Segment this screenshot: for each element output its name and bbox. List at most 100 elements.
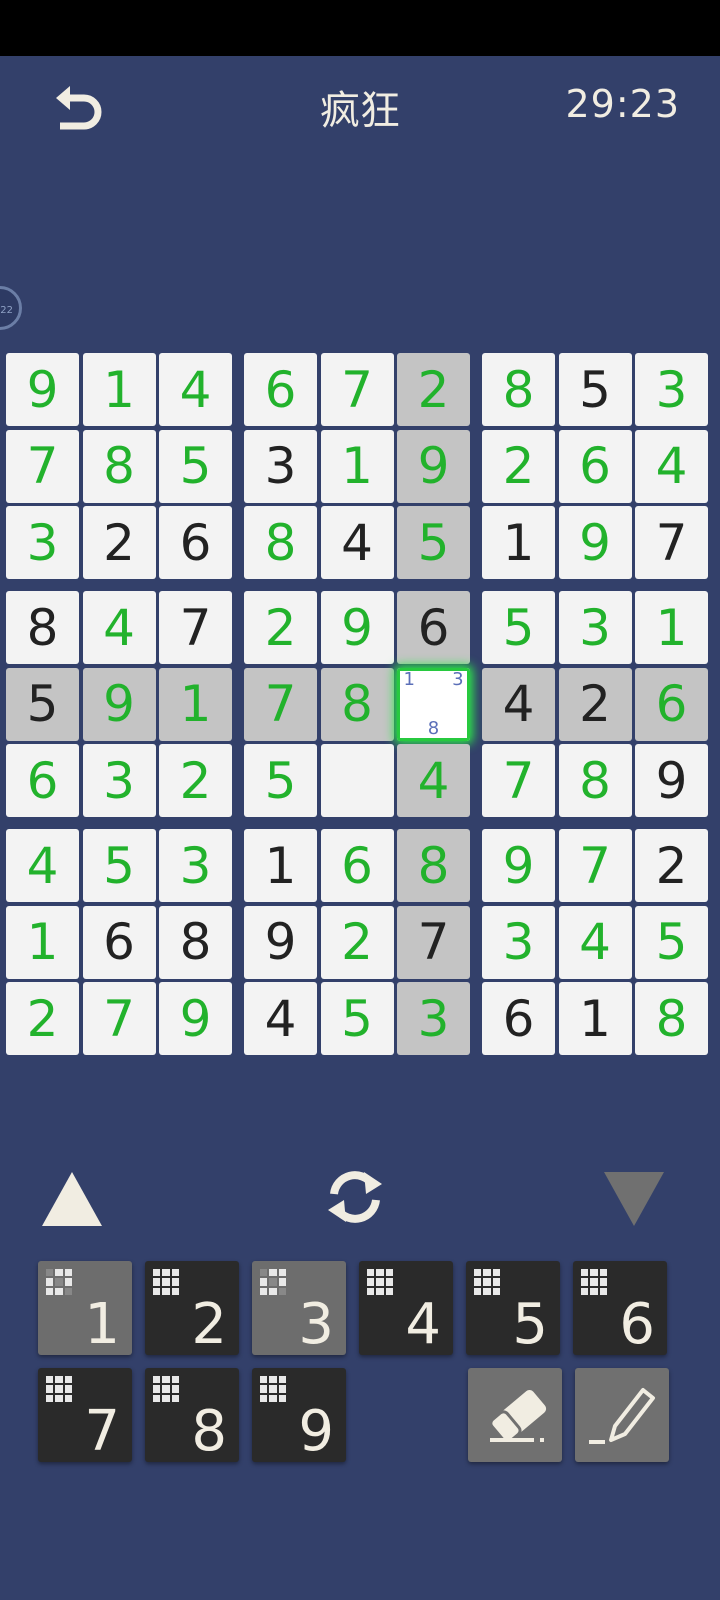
cell-r7c8[interactable]: 7	[558, 829, 632, 902]
number-button-3[interactable]: 3	[252, 1261, 346, 1355]
cell-r1c5[interactable]: 7	[320, 353, 394, 426]
cell-r2c7[interactable]: 2	[482, 429, 555, 503]
cell-r6c2[interactable]: 3	[82, 744, 156, 817]
cell-r6c9[interactable]: 9	[635, 744, 708, 817]
cell-r3c1[interactable]: 3	[6, 506, 79, 579]
cell-r2c2[interactable]: 8	[82, 429, 156, 503]
cell-r3c6[interactable]: 5	[397, 506, 470, 579]
cell-r4c5[interactable]: 9	[320, 591, 394, 664]
cell-r3c7[interactable]: 1	[482, 506, 555, 579]
cell-r7c5[interactable]: 6	[320, 829, 394, 902]
cell-r3c4[interactable]: 8	[244, 506, 317, 579]
cell-r1c4[interactable]: 6	[244, 353, 317, 426]
number-button-5[interactable]: 5	[466, 1261, 560, 1355]
cell-r3c8[interactable]: 9	[558, 506, 632, 579]
cell-r2c3[interactable]: 5	[159, 429, 232, 503]
cell-r5c9[interactable]: 6	[635, 667, 708, 741]
cell-r6c3[interactable]: 2	[159, 744, 232, 817]
number-button-6[interactable]: 6	[573, 1261, 667, 1355]
side-badge[interactable]: 22	[0, 286, 22, 330]
cell-value: 9	[264, 913, 297, 971]
number-button-1[interactable]: 1	[38, 1261, 132, 1355]
number-button-8[interactable]: 8	[145, 1368, 239, 1462]
eraser-button[interactable]	[468, 1368, 562, 1462]
cell-r5c7[interactable]: 4	[482, 667, 555, 741]
cell-r9c2[interactable]: 7	[82, 982, 156, 1055]
cell-r6c4[interactable]: 5	[244, 744, 317, 817]
cell-r5c6[interactable]: 1 3 8	[397, 667, 470, 741]
cell-r9c8[interactable]: 1	[558, 982, 632, 1055]
cell-r2c8[interactable]: 6	[558, 429, 632, 503]
grid-icon	[260, 1376, 286, 1402]
cell-r8c4[interactable]: 9	[244, 905, 317, 979]
cell-r9c9[interactable]: 8	[635, 982, 708, 1055]
cell-r3c3[interactable]: 6	[159, 506, 232, 579]
cell-r2c1[interactable]: 7	[6, 429, 79, 503]
cell-r4c2[interactable]: 4	[82, 591, 156, 664]
cell-r9c3[interactable]: 9	[159, 982, 232, 1055]
cell-r8c3[interactable]: 8	[159, 905, 232, 979]
cell-r4c1[interactable]: 8	[6, 591, 79, 664]
cell-r3c5[interactable]: 4	[320, 506, 394, 579]
cell-r2c9[interactable]: 4	[635, 429, 708, 503]
cell-r8c8[interactable]: 4	[558, 905, 632, 979]
cell-r2c4[interactable]: 3	[244, 429, 317, 503]
cell-r1c6[interactable]: 2	[397, 353, 470, 426]
cell-r2c6[interactable]: 9	[397, 429, 470, 503]
cell-r8c5[interactable]: 2	[320, 905, 394, 979]
cell-r4c4[interactable]: 2	[244, 591, 317, 664]
cell-r7c3[interactable]: 3	[159, 829, 232, 902]
pencil-button[interactable]	[575, 1368, 669, 1462]
number-button-2[interactable]: 2	[145, 1261, 239, 1355]
cell-r5c1[interactable]: 5	[6, 667, 79, 741]
cell-r4c6[interactable]: 6	[397, 591, 470, 664]
cell-r6c8[interactable]: 8	[558, 744, 632, 817]
cell-r2c5[interactable]: 1	[320, 429, 394, 503]
cell-r6c1[interactable]: 6	[6, 744, 79, 817]
cell-r1c1[interactable]: 9	[6, 353, 79, 426]
cell-r1c3[interactable]: 4	[159, 353, 232, 426]
cell-r7c1[interactable]: 4	[6, 829, 79, 902]
cell-r4c3[interactable]: 7	[159, 591, 232, 664]
cell-r7c7[interactable]: 9	[482, 829, 555, 902]
cell-r8c2[interactable]: 6	[82, 905, 156, 979]
cell-r5c5[interactable]: 8	[320, 667, 394, 741]
cell-r6c6[interactable]: 4	[397, 744, 470, 817]
cell-r7c9[interactable]: 2	[635, 829, 708, 902]
cell-r4c8[interactable]: 3	[558, 591, 632, 664]
cell-r5c4[interactable]: 7	[244, 667, 317, 741]
cell-r9c4[interactable]: 4	[244, 982, 317, 1055]
cell-r3c2[interactable]: 2	[82, 506, 156, 579]
cell-r7c6[interactable]: 8	[397, 829, 470, 902]
cell-r7c2[interactable]: 5	[82, 829, 156, 902]
cell-r4c7[interactable]: 5	[482, 591, 555, 664]
cell-r1c2[interactable]: 1	[82, 353, 156, 426]
cell-r8c7[interactable]: 3	[482, 905, 555, 979]
cell-r4c9[interactable]: 1	[635, 591, 708, 664]
scroll-up-button[interactable]	[40, 1170, 104, 1228]
refresh-button[interactable]	[320, 1162, 390, 1232]
cell-r8c6[interactable]: 7	[397, 905, 470, 979]
cell-r9c5[interactable]: 5	[320, 982, 394, 1055]
cell-r8c1[interactable]: 1	[6, 905, 79, 979]
number-button-4[interactable]: 4	[359, 1261, 453, 1355]
grid-icon	[153, 1269, 179, 1295]
cell-r9c1[interactable]: 2	[6, 982, 79, 1055]
cell-r6c5[interactable]	[320, 744, 394, 817]
cell-r7c4[interactable]: 1	[244, 829, 317, 902]
cell-r1c9[interactable]: 3	[635, 353, 708, 426]
number-button-9[interactable]: 9	[252, 1368, 346, 1462]
cell-r5c3[interactable]: 1	[159, 667, 232, 741]
cell-r3c9[interactable]: 7	[635, 506, 708, 579]
back-button[interactable]	[50, 80, 110, 136]
cell-r1c8[interactable]: 5	[558, 353, 632, 426]
cell-r1c7[interactable]: 8	[482, 353, 555, 426]
cell-r6c7[interactable]: 7	[482, 744, 555, 817]
cell-r5c8[interactable]: 2	[558, 667, 632, 741]
scroll-down-button[interactable]	[602, 1170, 666, 1228]
number-button-7[interactable]: 7	[38, 1368, 132, 1462]
cell-r8c9[interactable]: 5	[635, 905, 708, 979]
cell-r9c6[interactable]: 3	[397, 982, 470, 1055]
cell-r9c7[interactable]: 6	[482, 982, 555, 1055]
cell-r5c2[interactable]: 9	[82, 667, 156, 741]
